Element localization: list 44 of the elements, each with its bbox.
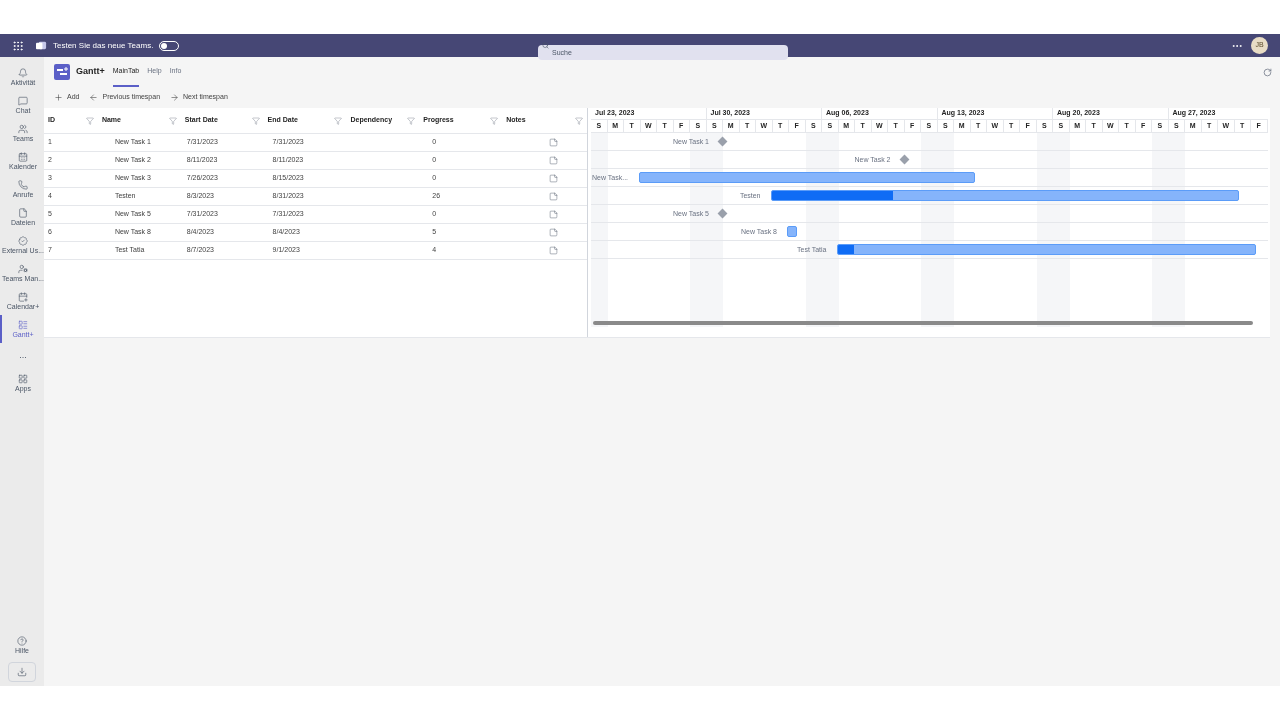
filter-icon[interactable]	[251, 116, 260, 125]
task-bar[interactable]	[638, 172, 975, 183]
refresh-icon[interactable]	[1263, 67, 1272, 77]
note-icon[interactable]	[549, 192, 559, 201]
phone-icon	[18, 179, 28, 190]
bell-icon	[18, 67, 28, 78]
filter-icon[interactable]	[407, 116, 416, 125]
teams-logo-icon	[36, 40, 47, 51]
note-icon[interactable]	[549, 246, 559, 255]
gantt-app-icon	[54, 64, 70, 80]
scrollbar[interactable]	[593, 321, 1253, 325]
help-icon	[17, 635, 27, 646]
promo-text: Testen Sie das neue Teams.	[53, 39, 154, 52]
filter-icon[interactable]	[85, 116, 94, 125]
people-icon	[18, 123, 28, 134]
arrow-right-icon	[170, 92, 180, 102]
app-title: Gantt+	[76, 65, 105, 79]
file-icon	[18, 207, 28, 218]
task-bar[interactable]	[787, 226, 797, 237]
download-icon	[17, 667, 27, 677]
note-icon[interactable]	[549, 174, 559, 183]
arrow-left-icon	[89, 92, 99, 102]
apps-icon	[18, 373, 28, 384]
calendar-icon	[18, 151, 28, 162]
calendar-plus-icon	[18, 291, 28, 302]
task-bar[interactable]	[770, 190, 1239, 201]
download-button[interactable]	[8, 662, 36, 682]
task-bar[interactable]	[836, 244, 1256, 255]
chat-icon	[18, 95, 28, 106]
filter-icon[interactable]	[334, 116, 343, 125]
more-apps-button[interactable]: ...	[0, 343, 44, 369]
filter-icon[interactable]	[575, 116, 583, 125]
filter-icon[interactable]	[490, 116, 499, 125]
plus-icon	[54, 92, 63, 102]
filter-icon[interactable]	[168, 116, 177, 125]
note-icon[interactable]	[549, 156, 559, 165]
gantt-icon	[18, 319, 28, 330]
search-icon	[542, 42, 549, 49]
badge-icon	[18, 235, 28, 246]
note-icon[interactable]	[549, 210, 559, 219]
user-gear-icon	[18, 263, 28, 274]
app-launcher-icon[interactable]	[12, 39, 24, 52]
note-icon[interactable]	[549, 228, 559, 237]
note-icon[interactable]	[549, 138, 559, 147]
